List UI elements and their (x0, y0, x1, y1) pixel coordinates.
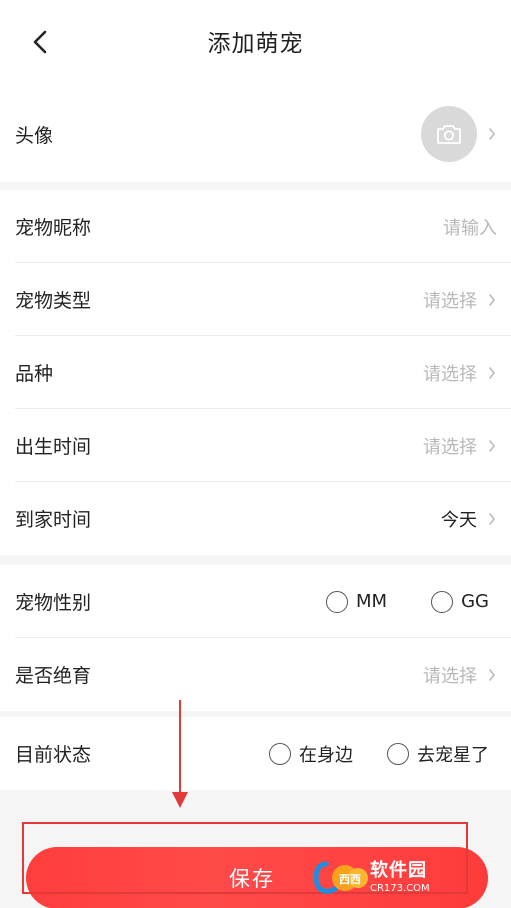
breed-row[interactable]: 品种 请选择 (0, 336, 511, 409)
gender-radio-gg[interactable]: GG (431, 590, 489, 613)
neutered-select[interactable]: 请选择 (423, 662, 477, 688)
birth-row[interactable]: 出生时间 请选择 (0, 409, 511, 482)
chevron-right-icon (489, 293, 496, 306)
avatar-label: 头像 (15, 124, 54, 147)
arrival-label: 到家时间 (15, 509, 92, 531)
radio-label: 去宠星了 (417, 744, 489, 766)
radio-circle[interactable] (269, 742, 291, 765)
gender-section: 宠物性别 MM GG 是否绝育 请选择 (0, 565, 511, 711)
camera-icon (437, 125, 461, 144)
status-section: 目前状态 在身边 去宠星了 (0, 717, 511, 790)
neutered-row[interactable]: 是否绝育 请选择 (0, 638, 511, 711)
avatar-section: 头像 (0, 86, 511, 182)
radio-label: MM (356, 591, 388, 612)
radio-circle[interactable] (387, 742, 409, 765)
avatar-upload[interactable] (421, 106, 477, 162)
add-pet-page: 添加萌宠 头像 宠物昵称 请输入 宠物类型 请选择 品种 请选择 出生时间 请选… (0, 0, 511, 908)
pet-type-select[interactable]: 请选择 (423, 287, 477, 313)
status-row: 目前状态 在身边 去宠星了 (0, 717, 511, 790)
header: 添加萌宠 (0, 0, 511, 86)
status-radio-home[interactable]: 在身边 (269, 741, 353, 767)
annotation-arrow-head (172, 792, 188, 808)
arrival-row[interactable]: 到家时间 今天 (0, 482, 511, 555)
pet-type-row[interactable]: 宠物类型 请选择 (0, 263, 511, 336)
breed-label: 品种 (15, 363, 54, 385)
nickname-input[interactable]: 请输入 (443, 214, 497, 240)
birth-label: 出生时间 (15, 436, 92, 458)
avatar-row[interactable]: 头像 (0, 86, 511, 182)
radio-circle[interactable] (326, 590, 349, 613)
page-title: 添加萌宠 (207, 31, 304, 57)
arrival-value[interactable]: 今天 (441, 506, 477, 532)
watermark-logo-icon: 西西 (313, 861, 368, 894)
nickname-label: 宠物昵称 (15, 217, 92, 239)
gender-radio-mm[interactable]: MM (326, 590, 388, 613)
chevron-right-icon (489, 512, 496, 525)
radio-label: 在身边 (299, 744, 353, 766)
chevron-right-icon (489, 366, 496, 379)
nickname-row[interactable]: 宠物昵称 请输入 (0, 190, 511, 263)
watermark: 西西 软件园 CR173.COM (312, 857, 488, 899)
radio-label: GG (461, 591, 489, 612)
radio-circle[interactable] (431, 590, 454, 613)
pet-type-label: 宠物类型 (15, 290, 92, 312)
chevron-right-icon (489, 668, 496, 681)
chevron-right-icon (489, 128, 496, 140)
watermark-url: CR173.COM (370, 883, 430, 894)
info-section: 宠物昵称 请输入 宠物类型 请选择 品种 请选择 出生时间 请选择 到家时间 今… (0, 190, 511, 555)
status-radio-passed[interactable]: 去宠星了 (387, 741, 489, 767)
watermark-name: 软件园 (370, 860, 427, 881)
status-label: 目前状态 (15, 744, 92, 766)
gender-label: 宠物性别 (15, 592, 92, 614)
svg-text:西西: 西西 (339, 873, 361, 886)
neutered-label: 是否绝育 (15, 665, 92, 687)
breed-select[interactable]: 请选择 (423, 360, 477, 386)
chevron-right-icon (489, 439, 496, 452)
gender-row: 宠物性别 MM GG (0, 565, 511, 638)
annotation-arrow-line (179, 700, 181, 800)
birth-select[interactable]: 请选择 (423, 433, 477, 459)
